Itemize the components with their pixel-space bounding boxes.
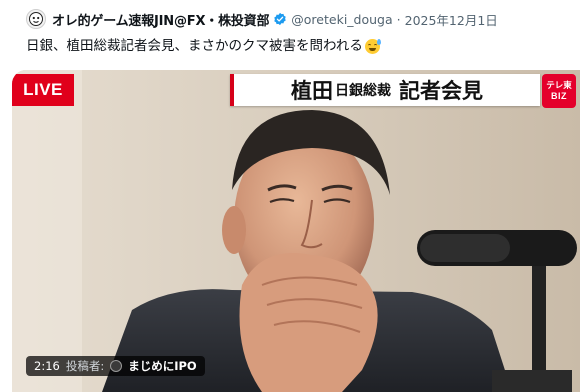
uploader-avatar-icon [110, 360, 123, 372]
channel-logo-line1: テレ東 [546, 80, 572, 90]
banner-name: 植田 [291, 79, 333, 103]
grinning-face-with-sweat-emoji [364, 38, 381, 54]
program-title-banner: 植田 日銀総裁 記者会見 [230, 74, 540, 106]
display-name[interactable]: オレ的ゲーム速報JIN@FX・株投資部 [52, 10, 269, 29]
ghost-face-avatar-icon[interactable] [26, 9, 46, 29]
tweet-body: 日銀、植田総裁記者会見、まさかのクマ被害を問われる [26, 38, 363, 54]
tweet-header: オレ的ゲーム速報JIN@FX・株投資部 @oreteki_douga · 202… [26, 8, 498, 30]
channel-logo-line2: BIZ [551, 91, 567, 101]
video-duration-chip[interactable]: 2:16 投稿者: まじめにIPO [26, 356, 205, 376]
live-badge: LIVE [12, 74, 74, 106]
post-date[interactable]: 2025年12月1日 [405, 10, 498, 29]
uploader-name[interactable]: まじめにIPO [128, 358, 196, 374]
tweet-text: 日銀、植田総裁記者会見、まさかのクマ被害を問われる [26, 36, 381, 56]
channel-logo: テレ東 BIZ [542, 74, 576, 108]
banner-event: 記者会見 [399, 79, 483, 103]
video-player[interactable]: LIVE 植田 日銀総裁 記者会見 テレ東 BIZ 2:16 投稿者: まじめに… [12, 70, 580, 392]
user-handle[interactable]: @oreteki_douga [291, 12, 392, 27]
video-frame [12, 70, 580, 392]
video-duration: 2:16 [34, 359, 60, 373]
verified-badge-icon [274, 12, 286, 26]
header-separator: · [396, 11, 401, 27]
banner-org: 日銀総裁 [335, 83, 391, 99]
uploader-label: 投稿者: [65, 359, 105, 373]
